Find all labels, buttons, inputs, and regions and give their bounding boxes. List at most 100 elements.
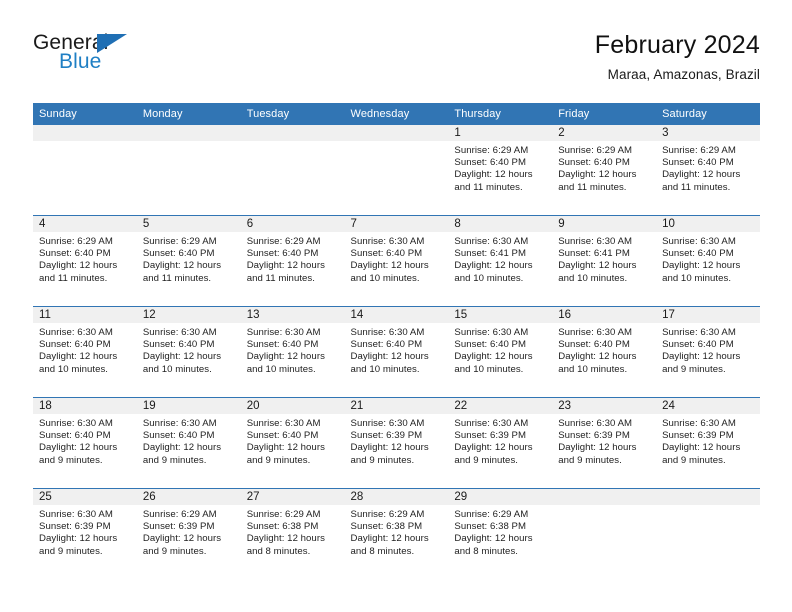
daylight-text: Daylight: 12 hours and 10 minutes. xyxy=(454,260,533,284)
day-sun-info: Sunrise: 6:30 AM Sunset: 6:40 PM Daylight:… xyxy=(656,323,760,376)
calendar-cell xyxy=(136,125,241,216)
calendar-cell: 15 Sunrise: 6:30 AM Sunset: 6:40 PM Dayligh… xyxy=(448,306,553,398)
calendar-day[interactable]: 25 Sunrise: 6:30 AM Sunset: 6:39 PM Dayligh… xyxy=(33,489,137,581)
calendar-week-row: 1 Sunrise: 6:29 AM Sunset: 6:40 PM Daylight… xyxy=(33,125,760,216)
calendar-day[interactable]: 18 Sunrise: 6:30 AM Sunset: 6:40 PM Dayligh… xyxy=(33,398,137,488)
calendar-day[interactable]: 14 Sunrise: 6:30 AM Sunset: 6:40 PM Dayligh… xyxy=(344,307,449,397)
calendar-day[interactable]: 13 Sunrise: 6:30 AM Sunset: 6:40 PM Dayligh… xyxy=(240,307,345,397)
sunrise-text: Sunrise: 6:30 AM xyxy=(142,418,217,429)
weekday-header: Sunday Monday Tuesday Wednesday Thursday… xyxy=(33,103,760,125)
sunrise-text: Sunrise: 6:30 AM xyxy=(350,418,425,429)
day-number: 25 xyxy=(33,489,137,505)
day-number xyxy=(240,125,345,141)
daylight-text: Daylight: 12 hours and 9 minutes. xyxy=(39,442,118,466)
calendar-day[interactable]: 12 Sunrise: 6:30 AM Sunset: 6:40 PM Dayligh… xyxy=(136,307,241,397)
page-subtitle: Maraa, Amazonas, Brazil xyxy=(607,67,760,82)
day-number: 22 xyxy=(448,398,553,414)
calendar-day[interactable]: 26 Sunrise: 6:29 AM Sunset: 6:39 PM Dayligh… xyxy=(136,489,241,581)
page-title: February 2024 xyxy=(594,31,760,59)
sunset-text: Sunset: 6:39 PM xyxy=(350,430,423,442)
day-sun-info: Sunrise: 6:30 AM Sunset: 6:40 PM Daylight:… xyxy=(656,232,760,285)
sunrise-text: Sunrise: 6:30 AM xyxy=(558,418,633,429)
daylight-text: Daylight: 12 hours and 9 minutes. xyxy=(662,442,741,466)
sunset-text: Sunset: 6:39 PM xyxy=(558,430,630,442)
sunset-text: Sunset: 6:39 PM xyxy=(39,521,111,533)
day-number: 1 xyxy=(448,125,553,141)
calendar-day[interactable]: 19 Sunrise: 6:30 AM Sunset: 6:40 PM Dayligh… xyxy=(136,398,241,488)
sunset-text: Sunset: 6:40 PM xyxy=(39,248,111,260)
calendar-day[interactable]: 20 Sunrise: 6:30 AM Sunset: 6:40 PM Dayligh… xyxy=(240,398,345,488)
calendar-cell: 4 Sunrise: 6:29 AM Sunset: 6:40 PM Daylight… xyxy=(33,215,137,307)
calendar-day[interactable]: 4 Sunrise: 6:29 AM Sunset: 6:40 PM Daylight… xyxy=(33,216,137,306)
day-number: 18 xyxy=(33,398,137,414)
calendar-day[interactable]: 1 Sunrise: 6:29 AM Sunset: 6:40 PM Daylight… xyxy=(448,125,553,215)
day-number xyxy=(656,489,760,505)
sunset-text: Sunset: 6:40 PM xyxy=(662,157,734,169)
daylight-text: Daylight: 12 hours and 11 minutes. xyxy=(142,260,222,284)
calendar-cell: 19 Sunrise: 6:30 AM Sunset: 6:40 PM Dayligh… xyxy=(136,397,241,489)
daylight-text: Daylight: 12 hours and 10 minutes. xyxy=(558,260,637,284)
day-number: 16 xyxy=(552,307,657,323)
day-number xyxy=(344,125,449,141)
calendar-day[interactable]: 15 Sunrise: 6:30 AM Sunset: 6:40 PM Dayligh… xyxy=(448,307,553,397)
calendar-cell: 11 Sunrise: 6:30 AM Sunset: 6:40 PM Dayligh… xyxy=(33,306,137,398)
day-number: 8 xyxy=(448,216,553,232)
calendar-day[interactable]: 11 Sunrise: 6:30 AM Sunset: 6:40 PM Dayligh… xyxy=(33,307,137,397)
day-number: 3 xyxy=(656,125,760,141)
day-number: 15 xyxy=(448,307,553,323)
sunset-text: Sunset: 6:40 PM xyxy=(558,339,630,351)
calendar-day[interactable]: 10 Sunrise: 6:30 AM Sunset: 6:40 PM Dayligh… xyxy=(656,216,760,306)
calendar-day-empty xyxy=(33,125,137,215)
day-number: 2 xyxy=(552,125,657,141)
calendar-day[interactable]: 16 Sunrise: 6:30 AM Sunset: 6:40 PM Dayligh… xyxy=(552,307,657,397)
calendar-day[interactable]: 17 Sunrise: 6:30 AM Sunset: 6:40 PM Dayligh… xyxy=(656,307,760,397)
calendar-cell xyxy=(552,488,657,581)
day-sun-info: Sunrise: 6:30 AM Sunset: 6:39 PM Daylight:… xyxy=(345,414,449,467)
calendar-day[interactable]: 9 Sunrise: 6:30 AM Sunset: 6:41 PM Daylight… xyxy=(552,216,657,306)
day-number: 14 xyxy=(344,307,449,323)
general-blue-logo[interactable]: General Blue xyxy=(33,30,141,82)
calendar-day[interactable]: 27 Sunrise: 6:29 AM Sunset: 6:38 PM Dayligh… xyxy=(240,489,345,581)
calendar-week-row: 18 Sunrise: 6:30 AM Sunset: 6:40 PM Dayligh… xyxy=(33,397,760,489)
calendar-cell: 21 Sunrise: 6:30 AM Sunset: 6:39 PM Dayligh… xyxy=(344,397,449,489)
sunset-text: Sunset: 6:41 PM xyxy=(558,248,630,260)
daylight-text: Daylight: 12 hours and 9 minutes. xyxy=(454,442,533,466)
daylight-text: Daylight: 12 hours and 11 minutes. xyxy=(454,169,533,193)
day-number: 29 xyxy=(448,489,553,505)
calendar-week-row: 25 Sunrise: 6:30 AM Sunset: 6:39 PM Dayligh… xyxy=(33,488,760,581)
calendar-cell: 29 Sunrise: 6:29 AM Sunset: 6:38 PM Dayligh… xyxy=(448,488,553,581)
day-number: 5 xyxy=(136,216,241,232)
calendar-day[interactable]: 21 Sunrise: 6:30 AM Sunset: 6:39 PM Dayligh… xyxy=(344,398,449,488)
calendar-cell: 12 Sunrise: 6:30 AM Sunset: 6:40 PM Dayligh… xyxy=(136,306,241,398)
day-number: 19 xyxy=(136,398,241,414)
calendar-cell: 8 Sunrise: 6:30 AM Sunset: 6:41 PM Daylight… xyxy=(448,215,553,307)
calendar-day[interactable]: 24 Sunrise: 6:30 AM Sunset: 6:39 PM Dayligh… xyxy=(656,398,760,488)
calendar-day[interactable]: 3 Sunrise: 6:29 AM Sunset: 6:40 PM Daylight… xyxy=(656,125,760,215)
sunrise-text: Sunrise: 6:29 AM xyxy=(142,509,217,520)
calendar-day[interactable]: 28 Sunrise: 6:29 AM Sunset: 6:38 PM Dayligh… xyxy=(344,489,449,581)
calendar-day[interactable]: 7 Sunrise: 6:30 AM Sunset: 6:40 PM Daylight… xyxy=(344,216,449,306)
calendar-day[interactable]: 8 Sunrise: 6:30 AM Sunset: 6:41 PM Daylight… xyxy=(448,216,553,306)
calendar-day[interactable]: 23 Sunrise: 6:30 AM Sunset: 6:39 PM Dayligh… xyxy=(552,398,657,488)
sunrise-text: Sunrise: 6:29 AM xyxy=(246,236,321,247)
calendar-day[interactable]: 22 Sunrise: 6:30 AM Sunset: 6:39 PM Dayligh… xyxy=(448,398,553,488)
day-sun-info: Sunrise: 6:29 AM Sunset: 6:40 PM Daylight:… xyxy=(241,232,345,285)
day-sun-info: Sunrise: 6:29 AM Sunset: 6:40 PM Daylight:… xyxy=(137,232,241,285)
calendar-cell: 27 Sunrise: 6:29 AM Sunset: 6:38 PM Dayligh… xyxy=(240,488,345,581)
sunset-text: Sunset: 6:40 PM xyxy=(454,157,527,169)
day-number: 10 xyxy=(656,216,760,232)
weekday-thursday: Thursday xyxy=(448,103,553,125)
day-sun-info: Sunrise: 6:29 AM Sunset: 6:40 PM Daylight:… xyxy=(448,141,552,194)
calendar-day[interactable]: 2 Sunrise: 6:29 AM Sunset: 6:40 PM Daylight… xyxy=(552,125,657,215)
weekday-wednesday: Wednesday xyxy=(344,103,449,125)
day-number: 21 xyxy=(344,398,449,414)
calendar-day[interactable]: 6 Sunrise: 6:29 AM Sunset: 6:40 PM Daylight… xyxy=(240,216,345,306)
weekday-friday: Friday xyxy=(552,103,657,125)
calendar-day[interactable]: 29 Sunrise: 6:29 AM Sunset: 6:38 PM Dayligh… xyxy=(448,489,553,581)
day-sun-info: Sunrise: 6:30 AM Sunset: 6:41 PM Daylight:… xyxy=(552,232,656,285)
calendar-day[interactable]: 5 Sunrise: 6:29 AM Sunset: 6:40 PM Daylight… xyxy=(136,216,241,306)
daylight-text: Daylight: 12 hours and 10 minutes. xyxy=(246,351,325,375)
day-sun-info: Sunrise: 6:29 AM Sunset: 6:40 PM Daylight:… xyxy=(656,141,760,194)
sunset-text: Sunset: 6:40 PM xyxy=(454,339,527,351)
day-number: 13 xyxy=(240,307,345,323)
